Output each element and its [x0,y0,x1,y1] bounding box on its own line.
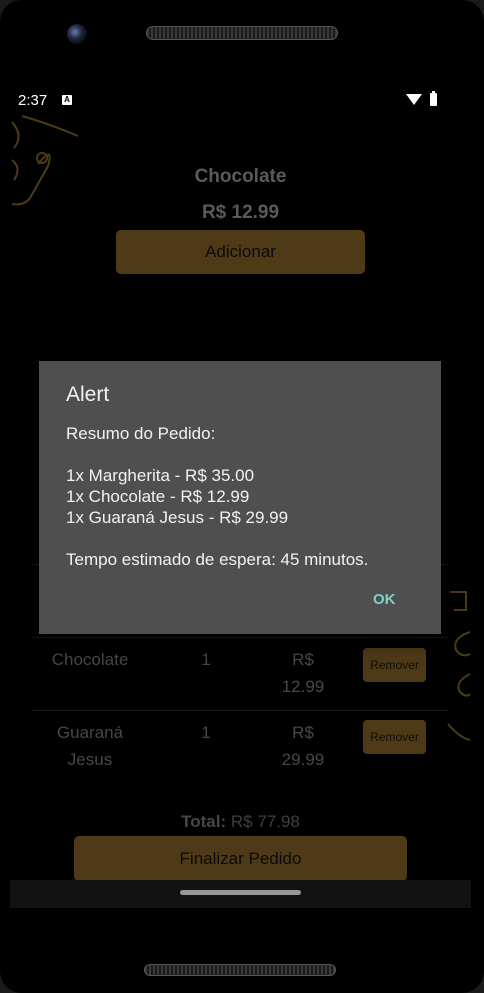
app-screen: Chocolate R$ 12.99 Adicionar Chocolate 1… [10,114,471,908]
order-line: 1x Chocolate - R$ 12.99 [66,487,250,506]
wait-time: Tempo estimado de espera: 45 minutos. [66,550,369,569]
status-time: 2:37 [18,92,48,109]
wifi-icon [406,94,422,105]
earpiece-speaker [146,26,338,40]
order-line: 1x Margherita - R$ 35.00 [66,466,255,485]
front-camera [67,24,87,44]
dialog-title: Alert [66,383,110,406]
ok-button[interactable]: OK [373,591,396,608]
dialog-message: Resumo do Pedido: 1x Margherita - R$ 35.… [66,423,426,570]
summary-heading: Resumo do Pedido: [66,424,216,443]
order-line: 1x Guaraná Jesus - R$ 29.99 [66,508,289,527]
battery-icon [430,91,437,106]
alert-dialog: Alert Resumo do Pedido: 1x Margherita - … [39,361,441,634]
status-bar: 2:37 A [10,90,471,114]
phone-frame: 2:37 A Chocolate R$ 12.99 Adicionar Choc… [0,0,484,993]
notification-icon: A [62,95,72,105]
bottom-speaker [144,964,336,976]
